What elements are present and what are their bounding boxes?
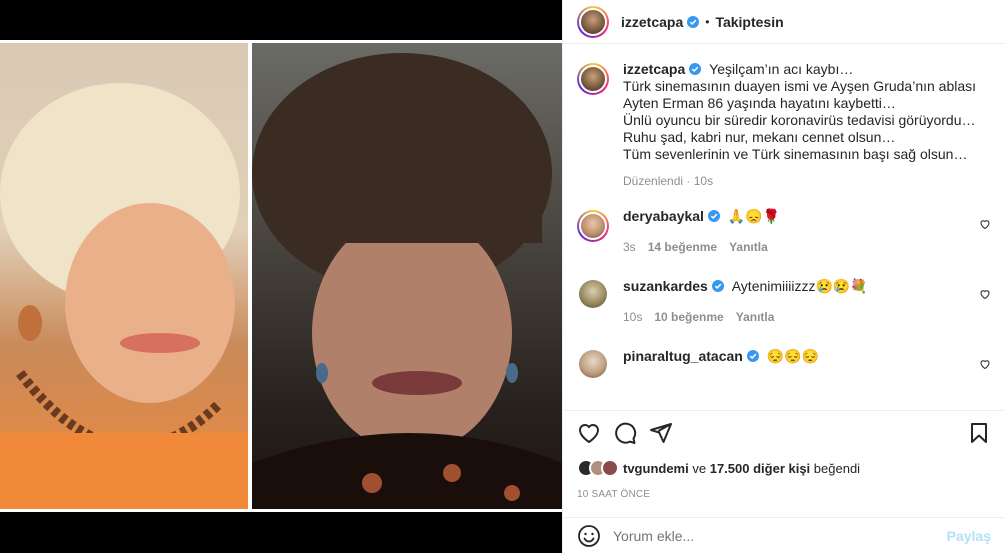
commenter-avatar[interactable] xyxy=(577,210,609,242)
photo-portrait-right xyxy=(252,43,562,509)
verified-badge-icon xyxy=(711,280,724,292)
comment-time[interactable]: 3s xyxy=(623,240,636,254)
author-username[interactable]: izzetcapa xyxy=(621,14,683,30)
comment-meta: 3s 14 beğenme Yanıtla xyxy=(623,239,991,256)
post-timestamp[interactable]: 10 SAAT ÖNCE xyxy=(577,489,991,500)
like-comment-heart-icon[interactable] xyxy=(979,358,991,370)
commenter-username[interactable]: deryabaykal xyxy=(623,208,704,224)
emoji-smiley-icon[interactable] xyxy=(577,524,601,548)
comment-meta: 10s 10 beğenme Yanıtla xyxy=(623,309,991,326)
caption-line-4: Ruhu şad, kabri nur, mekanı cennet olsun… xyxy=(623,129,896,145)
comment-likes[interactable]: 14 beğenme xyxy=(648,240,717,254)
caption-meta: Düzenlendi · 10s xyxy=(623,174,714,188)
commenter-username[interactable]: pinaraltug_atacan xyxy=(623,348,743,364)
separator-dot: • xyxy=(705,14,710,29)
portrait-right-illustration xyxy=(252,53,562,509)
comment-text: 🙏😞🌹 xyxy=(727,208,781,224)
save-bookmark-icon[interactable] xyxy=(967,421,991,445)
likes-summary: tvgundemi ve 17.500 diğer kişi beğendi xyxy=(577,459,991,477)
post-media xyxy=(0,0,562,553)
caption-username[interactable]: izzetcapa xyxy=(623,61,685,77)
comment-time[interactable]: 10s xyxy=(623,310,642,324)
comment-bubble-icon[interactable] xyxy=(613,421,637,445)
action-bar xyxy=(577,421,991,445)
like-comment-heart-icon[interactable] xyxy=(979,218,991,230)
share-paper-plane-icon[interactable] xyxy=(649,421,673,445)
commenter-avatar[interactable] xyxy=(579,280,607,308)
liker-avatar xyxy=(601,459,619,477)
liker-avatars xyxy=(577,459,619,477)
verified-badge-icon xyxy=(707,210,720,222)
likes-suffix: beğendi xyxy=(813,460,861,476)
comment-item: deryabaykal 🙏😞🌹 3s 14 beğenme Yanıtla xyxy=(577,208,991,256)
caption-line-1: Yeşilçam’ın acı kaybı… xyxy=(709,61,854,77)
comment-item: pinaraltug_atacan 😔😔😔 xyxy=(577,348,991,378)
comments-list[interactable]: izzetcapa Yeşilçam’ın acı kaybı… Türk si… xyxy=(563,45,1005,410)
post-actions: tvgundemi ve 17.500 diğer kişi beğendi 1… xyxy=(563,410,1005,500)
photo-portrait-left xyxy=(0,43,248,509)
commenter-avatar[interactable] xyxy=(579,350,607,378)
caption-time[interactable]: 10s xyxy=(694,174,713,188)
likes-count[interactable]: 17.500 diğer kişi xyxy=(710,461,810,476)
share-comment-button[interactable]: Paylaş xyxy=(947,528,991,544)
comment-item: suzankardes Aytenimiiiizzz😢😢💐 10s 10 beğe… xyxy=(577,278,991,326)
likes-connector: ve xyxy=(692,460,707,476)
post-header: izzetcapa • Takiptesin xyxy=(563,0,1005,44)
caption-line-3: Ünlü oyuncu bir süredir koronavirüs teda… xyxy=(623,112,976,128)
caption-line-5: Tüm sevenlerinin ve Türk sinemasının baş… xyxy=(623,146,968,162)
comment-text: 😔😔😔 xyxy=(766,348,820,364)
add-comment-bar: Paylaş xyxy=(563,517,1005,553)
caption: izzetcapa Yeşilçam’ın acı kaybı… Türk si… xyxy=(577,61,991,190)
author-avatar[interactable] xyxy=(577,5,609,38)
comment-text: Aytenimiiiizzz😢😢💐 xyxy=(731,278,868,294)
post-photo[interactable] xyxy=(0,40,562,512)
verified-badge-icon xyxy=(689,63,702,75)
like-comment-heart-icon[interactable] xyxy=(979,288,991,300)
comment-input[interactable] xyxy=(613,527,947,544)
edited-label: Düzenlendi xyxy=(623,174,684,188)
commenter-username[interactable]: suzankardes xyxy=(623,278,708,294)
reply-button[interactable]: Yanıtla xyxy=(729,240,768,254)
like-heart-icon[interactable] xyxy=(577,421,601,445)
verified-badge-icon xyxy=(687,15,700,28)
post-viewer: izzetcapa • Takiptesin izzetcapa Yeşilça… xyxy=(0,0,1005,553)
caption-line-2: Türk sinemasının duayen ismi ve Ayşen Gr… xyxy=(623,78,977,111)
caption-author-avatar[interactable] xyxy=(577,63,609,95)
verified-badge-icon xyxy=(746,350,759,362)
comment-likes[interactable]: 10 beğenme xyxy=(654,310,723,324)
post-details-panel: izzetcapa • Takiptesin izzetcapa Yeşilça… xyxy=(562,0,1005,553)
portrait-left-illustration xyxy=(0,83,248,509)
reply-button[interactable]: Yanıtla xyxy=(736,310,775,324)
liker-username[interactable]: tvgundemi xyxy=(623,461,689,476)
follow-status-button[interactable]: Takiptesin xyxy=(715,14,783,30)
